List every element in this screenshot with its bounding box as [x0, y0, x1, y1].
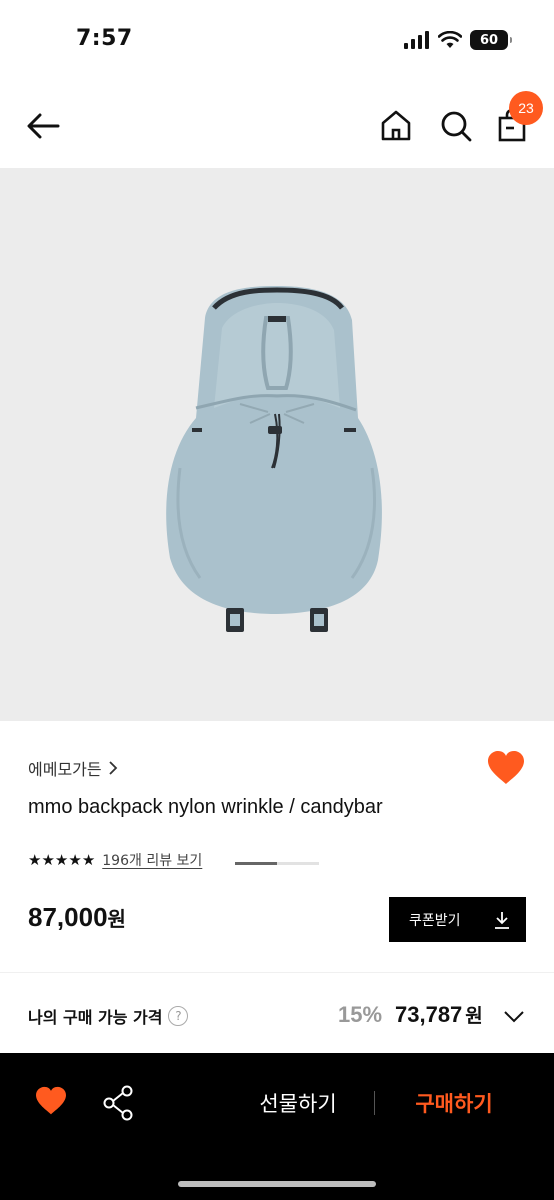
- search-icon: [441, 111, 472, 142]
- my-price-label-text: 나의 구매 가능 가격: [28, 1008, 163, 1027]
- back-button[interactable]: [24, 106, 64, 146]
- share-icon: [103, 1085, 133, 1121]
- chevron-right-icon: [108, 761, 117, 775]
- like-button[interactable]: [486, 750, 526, 786]
- rating-stars: ★ ★ ★ ★ ★: [28, 851, 95, 869]
- help-icon[interactable]: ?: [168, 1006, 189, 1026]
- review-link[interactable]: 196개 리뷰 보기: [102, 850, 202, 870]
- wifi-icon: [438, 31, 462, 48]
- star-icon: ★: [41, 851, 54, 869]
- search-button[interactable]: [436, 106, 476, 146]
- chevron-down-icon[interactable]: [502, 1004, 526, 1028]
- status-bar: 7:57 60: [0, 0, 554, 84]
- gallery-pager: [235, 862, 319, 865]
- home-indicator: [178, 1181, 376, 1187]
- status-time: 7:57: [76, 26, 133, 51]
- price-value: 87,000: [28, 902, 108, 932]
- pager-dot: [277, 862, 319, 865]
- status-icons: 60: [404, 30, 512, 50]
- final-price-unit: 원: [465, 1005, 483, 1027]
- final-price-value: 73,787: [395, 1002, 463, 1027]
- original-price: 87,000원: [28, 902, 126, 933]
- coupon-label: 쿠폰받기: [409, 912, 461, 929]
- backpack-image: [166, 286, 382, 632]
- brand-name: 에메모가든: [28, 760, 102, 779]
- home-icon: [381, 110, 411, 141]
- star-icon: ★: [68, 851, 81, 869]
- home-button[interactable]: [376, 106, 416, 146]
- product-image-gallery[interactable]: [0, 168, 554, 865]
- my-price-row[interactable]: 나의 구매 가능 가격 ? 15% 73,787 원: [28, 996, 528, 1036]
- price-unit: 원: [107, 907, 126, 931]
- download-icon: [495, 911, 509, 929]
- arrow-left-icon: [27, 113, 60, 139]
- cart-count-badge: 23: [509, 91, 543, 125]
- divider: [0, 972, 554, 973]
- brand-link[interactable]: 에메모가든: [28, 756, 118, 780]
- heart-icon: [488, 751, 524, 784]
- buy-button[interactable]: 구매하기: [396, 1081, 512, 1125]
- product-name: mmo backpack nylon wrinkle / candybar: [28, 796, 383, 818]
- battery-level: 60: [479, 32, 499, 48]
- gift-button[interactable]: 선물하기: [240, 1081, 356, 1125]
- star-icon: ★: [54, 851, 68, 869]
- bottom-like-button[interactable]: [34, 1086, 68, 1120]
- signal-icon: [404, 31, 429, 49]
- coupon-button[interactable]: 쿠폰받기: [389, 897, 526, 942]
- battery-indicator: 60: [470, 30, 512, 50]
- final-price: 73,787 원: [395, 1001, 483, 1028]
- rating-row: ★ ★ ★ ★ ★ 196개 리뷰 보기: [28, 850, 202, 870]
- pager-dot-active: [235, 862, 277, 865]
- star-icon: ★: [28, 851, 41, 869]
- my-price-label: 나의 구매 가능 가격 ?: [28, 1004, 189, 1028]
- heart-icon: [36, 1086, 66, 1115]
- bottom-separator: [374, 1091, 375, 1115]
- bottom-action-bar: 선물하기 구매하기: [0, 1053, 554, 1200]
- app-header: [0, 84, 554, 168]
- share-button[interactable]: [102, 1085, 136, 1121]
- discount-rate: 15%: [338, 1002, 383, 1027]
- star-icon: ★: [81, 851, 95, 869]
